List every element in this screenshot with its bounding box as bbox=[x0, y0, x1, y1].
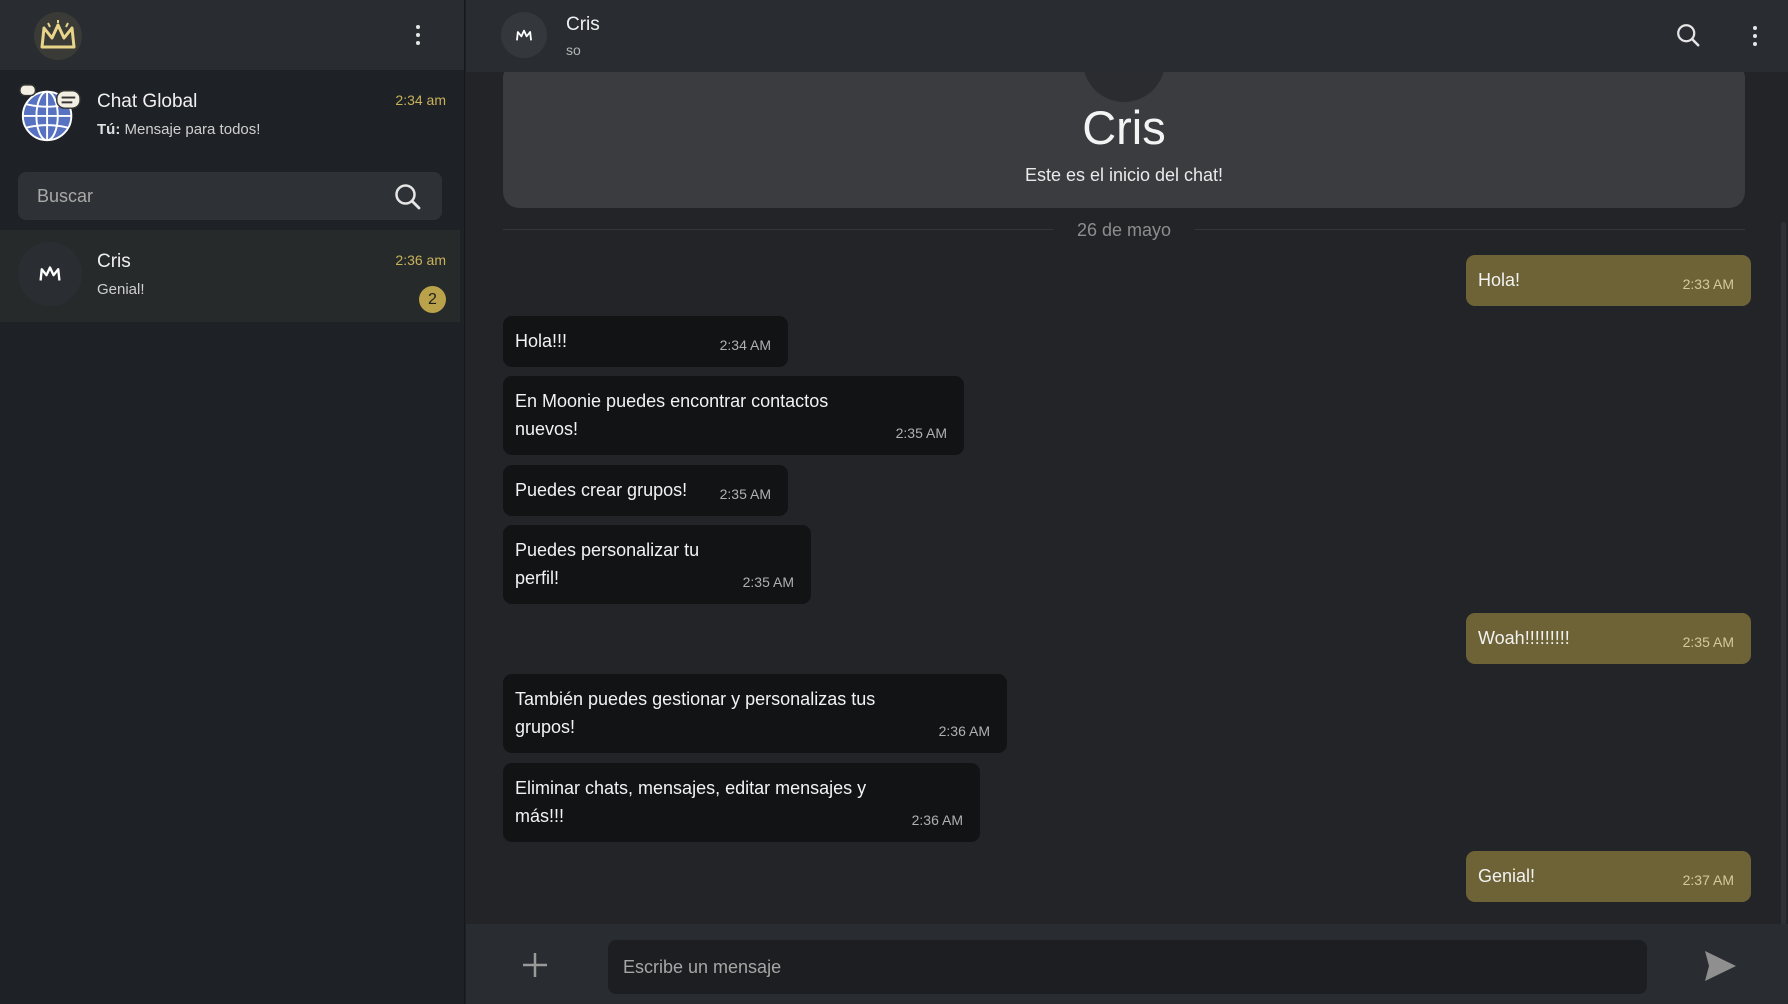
message-text: También puedes gestionar y personalizas … bbox=[515, 689, 876, 737]
chat-menu-button[interactable] bbox=[1743, 16, 1767, 56]
search-icon[interactable] bbox=[394, 183, 421, 210]
crown-logo-icon bbox=[40, 20, 76, 49]
chat-name: Chat Global bbox=[97, 91, 198, 112]
message-time: 2:35 AM bbox=[742, 574, 794, 590]
message-time: 2:35 AM bbox=[895, 425, 947, 441]
app-window: Chat Global Tú: Mensaje para todos! 2:34… bbox=[0, 0, 1788, 1004]
crown-logo-icon bbox=[39, 266, 61, 281]
message-bubble-incoming[interactable]: También puedes gestionar y personalizas … bbox=[503, 674, 1007, 753]
message-bubble-incoming[interactable]: Puedes crear grupos! 2:35 AM bbox=[503, 465, 788, 516]
intro-name: Cris bbox=[1082, 101, 1166, 154]
message-bubble-outgoing[interactable]: Hola! 2:33 AM bbox=[1466, 255, 1751, 306]
contact-avatar[interactable] bbox=[501, 12, 547, 58]
date-label: 26 de mayo bbox=[1076, 220, 1172, 240]
send-icon[interactable] bbox=[1702, 948, 1738, 984]
search-input[interactable] bbox=[18, 172, 388, 220]
avatar bbox=[18, 242, 82, 306]
chat-name: Cris bbox=[97, 251, 131, 272]
chat-time: 2:36 am bbox=[395, 252, 446, 268]
sidebar: Chat Global Tú: Mensaje para todos! 2:34… bbox=[0, 0, 465, 1004]
composer-bar bbox=[466, 924, 1788, 1004]
chat-time: 2:34 am bbox=[395, 92, 446, 108]
chat-item-global[interactable]: Chat Global Tú: Mensaje para todos! 2:34… bbox=[0, 70, 460, 162]
chat-preview: Genial! bbox=[97, 281, 145, 298]
plus-icon[interactable] bbox=[520, 950, 550, 980]
chat-panel: Cris so Cris Este es el inicio del chat! bbox=[466, 0, 1788, 1004]
intro-avatar bbox=[1083, 72, 1165, 102]
app-logo[interactable] bbox=[34, 12, 82, 60]
unread-badge: 2 bbox=[419, 286, 446, 313]
date-separator: 26 de mayo bbox=[503, 220, 1745, 240]
chat-item-cris[interactable]: Cris Genial! 2:36 am 2 bbox=[0, 230, 460, 322]
message-text: Eliminar chats, mensajes, editar mensaje… bbox=[515, 778, 867, 826]
message-text: Puedes personalizar tu perfil! bbox=[515, 540, 700, 588]
message-time: 2:36 AM bbox=[938, 723, 990, 739]
chat-preview: Tú: Mensaje para todos! bbox=[97, 121, 260, 138]
message-time: 2:35 AM bbox=[1682, 634, 1734, 650]
avatar bbox=[18, 82, 82, 146]
message-bubble-incoming[interactable]: Eliminar chats, mensajes, editar mensaje… bbox=[503, 763, 980, 842]
chat-header: Cris so bbox=[466, 0, 1788, 72]
menu-dot bbox=[416, 41, 420, 45]
message-time: 2:34 AM bbox=[719, 337, 771, 353]
menu-dot bbox=[416, 25, 420, 29]
menu-dot bbox=[1753, 42, 1757, 46]
menu-dot bbox=[1753, 34, 1757, 38]
message-time: 2:37 AM bbox=[1682, 872, 1734, 888]
message-input[interactable] bbox=[608, 940, 1647, 994]
intro-subtitle: Este es el inicio del chat! bbox=[1024, 165, 1224, 185]
message-bubble-incoming[interactable]: Puedes personalizar tu perfil! 2:35 AM bbox=[503, 525, 811, 604]
menu-dot bbox=[1753, 26, 1757, 30]
search-icon[interactable] bbox=[1676, 23, 1700, 47]
contact-name[interactable]: Cris bbox=[566, 14, 600, 36]
message-text: En Moonie puedes encontrar contactos nue… bbox=[515, 391, 829, 439]
preview-text: Mensaje para todos! bbox=[124, 121, 261, 138]
preview-sender: Tú: bbox=[97, 121, 121, 138]
sidebar-search bbox=[18, 172, 442, 220]
message-bubble-outgoing[interactable]: Woah!!!!!!!!! 2:35 AM bbox=[1466, 613, 1751, 664]
message-bubble-outgoing[interactable]: Genial! 2:37 AM bbox=[1466, 851, 1751, 902]
message-time: 2:33 AM bbox=[1682, 276, 1734, 292]
sidebar-header bbox=[0, 0, 464, 70]
contact-status: so bbox=[566, 42, 581, 58]
menu-dot bbox=[416, 33, 420, 37]
chat-intro-card: Cris Este es el inicio del chat! bbox=[503, 72, 1745, 208]
message-list[interactable]: Cris Este es el inicio del chat! 26 de m… bbox=[466, 72, 1788, 924]
message-scrollbar[interactable] bbox=[1781, 222, 1786, 924]
message-time: 2:35 AM bbox=[719, 486, 771, 502]
message-bubble-incoming[interactable]: Hola!!! 2:34 AM bbox=[503, 316, 788, 367]
message-time: 2:36 AM bbox=[911, 812, 963, 828]
crown-logo-icon bbox=[516, 29, 532, 40]
globe-chat-icon bbox=[19, 84, 81, 142]
message-bubble-incoming[interactable]: En Moonie puedes encontrar contactos nue… bbox=[503, 376, 964, 455]
sidebar-menu-button[interactable] bbox=[406, 15, 430, 55]
